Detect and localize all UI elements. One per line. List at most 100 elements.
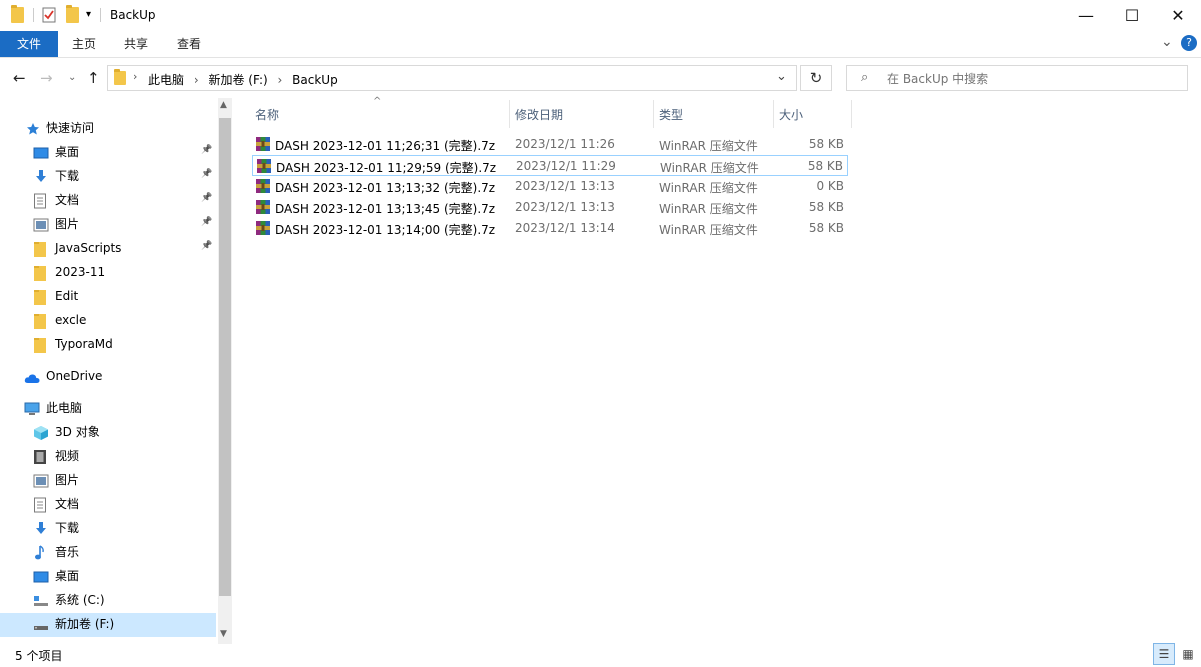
nav-pc-item[interactable]: 文档: [33, 493, 79, 515]
ribbon-expand-icon[interactable]: ⌄: [1161, 34, 1173, 50]
chevron-right-icon[interactable]: ›: [194, 73, 199, 87]
pin-icon[interactable]: 📌: [201, 169, 212, 179]
file-row[interactable]: DASH 2023-12-01 13;14;00 (完整).7z 2023/12/…: [252, 218, 848, 239]
chevron-right-icon[interactable]: ›: [133, 70, 137, 83]
breadcrumb-this-pc[interactable]: 此电脑: [148, 73, 184, 87]
download-icon: [33, 169, 49, 183]
back-arrow-icon[interactable]: ←: [13, 69, 26, 87]
pin-icon[interactable]: 📌: [201, 193, 212, 203]
column-divider[interactable]: [773, 100, 774, 128]
nav-onedrive[interactable]: OneDrive: [24, 365, 102, 387]
column-header-date[interactable]: 修改日期: [515, 104, 563, 126]
nav-pc-item[interactable]: 下载: [33, 517, 79, 539]
forward-arrow-icon[interactable]: →: [40, 69, 53, 87]
file-type: WinRAR 压缩文件: [660, 161, 759, 175]
column-header-size[interactable]: 大小: [779, 104, 803, 126]
winrar-archive-icon: [255, 136, 271, 152]
nav-pc-item[interactable]: 视频: [33, 445, 79, 467]
file-type: WinRAR 压缩文件: [659, 139, 758, 153]
refresh-button[interactable]: ↻: [800, 65, 832, 91]
properties-icon[interactable]: [42, 7, 56, 26]
scroll-down-icon[interactable]: ▼: [220, 629, 227, 639]
file-size: 58 KB: [807, 159, 843, 173]
pin-icon[interactable]: 📌: [201, 145, 212, 155]
nav-pc-item[interactable]: 桌面: [33, 565, 79, 587]
file-date: 2023/12/1 13:13: [515, 200, 615, 214]
nav-pc-item[interactable]: 音乐: [33, 541, 79, 563]
pin-icon[interactable]: 📌: [201, 241, 212, 251]
nav-quick-item[interactable]: excle: [33, 309, 86, 331]
breadcrumb-drive-f[interactable]: 新加卷 (F:): [208, 73, 267, 87]
minimize-button[interactable]: —: [1063, 0, 1109, 31]
search-icon: ⌕: [861, 70, 869, 85]
large-icons-view-button[interactable]: ▦: [1177, 643, 1199, 665]
close-button[interactable]: ✕: [1155, 0, 1201, 31]
nav-quick-item[interactable]: JavaScripts: [33, 237, 121, 259]
address-bar[interactable]: › 此电脑 › 新加卷 (F:) › BackUp ⌄: [107, 65, 797, 91]
nav-pc-item[interactable]: 新加卷 (F:): [33, 613, 114, 635]
column-divider[interactable]: [851, 100, 852, 128]
file-type: WinRAR 压缩文件: [659, 223, 758, 237]
desktop-icon: [33, 145, 49, 159]
file-row[interactable]: DASH 2023-12-01 13;13;45 (完整).7z 2023/12/…: [252, 197, 848, 218]
nav-quick-item[interactable]: TyporaMd: [33, 333, 113, 355]
pictures-icon: [33, 217, 49, 231]
column-divider[interactable]: [653, 100, 654, 128]
details-view-button[interactable]: ☰: [1153, 643, 1175, 665]
qa-dropdown-icon[interactable]: ▾: [86, 9, 91, 20]
up-arrow-icon[interactable]: ↑: [87, 69, 100, 87]
file-size: 58 KB: [808, 200, 844, 214]
file-date: 2023/12/1 11:26: [515, 137, 615, 151]
help-icon[interactable]: ?: [1181, 35, 1197, 51]
folder-icon: [11, 5, 24, 23]
chevron-right-icon[interactable]: ›: [278, 73, 283, 87]
recent-locations-icon[interactable]: ⌄: [68, 72, 76, 83]
nav-pc-item[interactable]: 系统 (C:): [33, 589, 105, 611]
nav-quick-access[interactable]: 快速访问: [26, 117, 94, 139]
nav-this-pc[interactable]: 此电脑: [24, 397, 82, 419]
winrar-archive-icon: [255, 199, 271, 215]
nav-quick-item[interactable]: 桌面: [33, 141, 79, 163]
tab-view[interactable]: 查看: [167, 31, 211, 57]
scrollbar-thumb[interactable]: [219, 118, 231, 596]
breadcrumb-backup[interactable]: BackUp: [292, 73, 338, 87]
nav-quick-item[interactable]: 2023-11: [33, 261, 105, 283]
folder-icon: [33, 313, 49, 329]
search-box[interactable]: ⌕: [846, 65, 1188, 91]
tab-home[interactable]: 主页: [62, 31, 106, 57]
nav-pc-item[interactable]: 图片: [33, 469, 79, 491]
file-name: DASH 2023-12-01 11;29;59 (完整).7z: [276, 161, 497, 175]
file-row[interactable]: DASH 2023-12-01 11;29;59 (完整).7z 2023/12/…: [252, 155, 848, 176]
winrar-archive-icon: [255, 220, 271, 236]
nav-quick-item[interactable]: 图片: [33, 213, 79, 235]
column-header-name[interactable]: 名称: [255, 104, 279, 126]
nav-pc-item[interactable]: 3D 对象: [33, 421, 100, 443]
nav-quick-item[interactable]: 文档: [33, 189, 79, 211]
nav-quick-item[interactable]: Edit: [33, 285, 78, 307]
cube-icon: [33, 425, 49, 440]
music-icon: [33, 544, 49, 559]
drive-c-icon: [33, 593, 49, 607]
maximize-button[interactable]: ☐: [1109, 0, 1155, 31]
drive-icon: [33, 617, 49, 631]
new-folder-icon[interactable]: [66, 5, 79, 23]
file-name: DASH 2023-12-01 13;13;32 (完整).7z: [275, 181, 496, 195]
file-date: 2023/12/1 13:13: [515, 179, 615, 193]
tab-share[interactable]: 共享: [114, 31, 158, 57]
download-icon: [33, 521, 49, 535]
search-input[interactable]: [885, 69, 1179, 89]
column-divider[interactable]: [509, 100, 510, 128]
file-row[interactable]: DASH 2023-12-01 11;26;31 (完整).7z 2023/12/…: [252, 134, 848, 155]
video-icon: [33, 449, 49, 464]
desktop-icon: [33, 569, 49, 583]
file-type: WinRAR 压缩文件: [659, 181, 758, 195]
pin-icon[interactable]: 📌: [201, 217, 212, 227]
nav-quick-item[interactable]: 下载: [33, 165, 79, 187]
star-icon: [26, 121, 40, 135]
tab-file[interactable]: 文件: [0, 31, 58, 57]
file-row[interactable]: DASH 2023-12-01 13;13;32 (完整).7z 2023/12/…: [252, 176, 848, 197]
scroll-up-icon[interactable]: ▲: [220, 100, 227, 110]
address-dropdown-icon[interactable]: ⌄: [776, 69, 787, 84]
folder-icon: [33, 241, 49, 257]
column-header-type[interactable]: 类型: [659, 104, 683, 126]
